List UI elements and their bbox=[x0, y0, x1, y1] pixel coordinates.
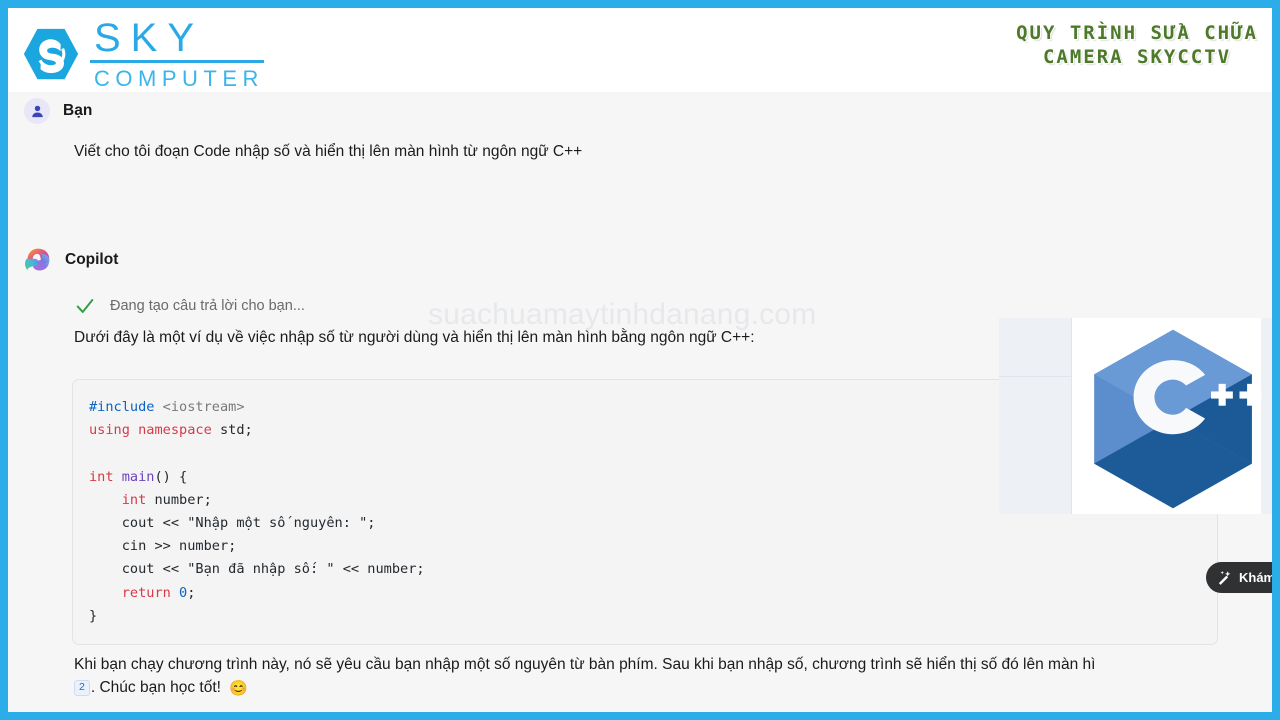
site-header: SKY COMPUTER QUY TRÌNH SỬA CHỮA CAMERA S… bbox=[8, 8, 1272, 92]
copilot-conversation: suachuamaytinhdanang.com Bạn Viết cho tô… bbox=[8, 92, 1272, 712]
copilot-logo-icon bbox=[25, 248, 50, 271]
user-avatar-icon bbox=[24, 98, 50, 124]
brand-computer-text: COMPUTER bbox=[94, 66, 264, 91]
code-token: using bbox=[89, 422, 130, 439]
assistant-closing-line-1: Khi bạn chạy chương trình này, nó sẽ yêu… bbox=[74, 656, 1096, 673]
code-token: number; bbox=[146, 491, 212, 508]
code-token: int bbox=[121, 491, 147, 508]
code-token: () { bbox=[154, 468, 188, 485]
code-token: ; bbox=[187, 584, 196, 601]
check-icon bbox=[76, 299, 94, 313]
code-token: return bbox=[121, 584, 171, 601]
code-token: "Nhập một số nguyên: " bbox=[187, 515, 368, 532]
explore-label: Khám bbox=[1239, 570, 1272, 585]
magic-wand-icon bbox=[1218, 570, 1231, 585]
assistant-closing-line-2: 2 . Chúc bạn học tốt! 😊 bbox=[74, 679, 248, 697]
banner-line-1: QUY TRÌNH SỬA CHỮA bbox=[1015, 21, 1258, 44]
user-name-label: Bạn bbox=[63, 102, 93, 119]
assistant-message-header: Copilot bbox=[24, 246, 118, 274]
cpp-logo-overlay bbox=[999, 318, 1272, 514]
user-message-text: Viết cho tôi đoạn Code nhập số và hiển t… bbox=[74, 143, 583, 160]
code-token: #include bbox=[89, 399, 155, 415]
code-token: main bbox=[121, 468, 155, 485]
code-token: << number; bbox=[334, 561, 425, 578]
closing-tail-text: . Chúc bạn học tốt! bbox=[90, 679, 221, 696]
citation-badge[interactable]: 2 bbox=[74, 680, 90, 696]
person-glyph-icon bbox=[31, 105, 43, 117]
code-token: int bbox=[89, 468, 114, 485]
code-token: ; bbox=[367, 515, 376, 532]
sky-hexagon-logo-icon bbox=[23, 28, 79, 80]
code-token: cout << bbox=[89, 515, 188, 532]
generation-status: Đang tạo câu trả lời cho bạn... bbox=[74, 295, 305, 317]
brand-sky-text: SKY bbox=[90, 18, 264, 63]
overlay-seam-horizontal bbox=[999, 376, 1071, 377]
code-token: cout << bbox=[89, 561, 188, 578]
page-content: SKY COMPUTER QUY TRÌNH SỬA CHỮA CAMERA S… bbox=[8, 8, 1272, 712]
code-token: std; bbox=[211, 422, 253, 439]
assistant-intro-text: Dưới đây là một ví dụ về việc nhập số từ… bbox=[74, 329, 755, 346]
brand-wordmark: SKY COMPUTER bbox=[90, 18, 264, 90]
code-token: namespace bbox=[138, 422, 212, 439]
blue-border-frame: SKY COMPUTER QUY TRÌNH SỬA CHỮA CAMERA S… bbox=[0, 0, 1280, 720]
code-token: "Bạn đã nhập số: " bbox=[187, 561, 335, 578]
code-token: } bbox=[89, 607, 98, 624]
assistant-name-label: Copilot bbox=[65, 251, 119, 268]
banner-line-2: CAMERA SKYCCTV bbox=[1042, 45, 1232, 68]
status-text: Đang tạo câu trả lời cho bạn... bbox=[110, 298, 305, 314]
code-token: 0 bbox=[179, 584, 188, 601]
sky-computer-logo: SKY COMPUTER bbox=[20, 18, 264, 90]
overlay-seam-vertical bbox=[1071, 318, 1072, 514]
video-title-banner: QUY TRÌNH SỬA CHỮA CAMERA SKYCCTV bbox=[1015, 21, 1258, 70]
smiley-emoji-icon: 😊 bbox=[228, 680, 248, 697]
code-token: <iostream> bbox=[162, 399, 245, 415]
cplusplus-logo-icon bbox=[1094, 329, 1262, 509]
explore-button[interactable]: Khám bbox=[1206, 562, 1272, 593]
watermark-text: suachuamaytinhdanang.com bbox=[428, 298, 817, 331]
code-token: cin >> number; bbox=[89, 538, 237, 555]
user-message-header: Bạn bbox=[24, 98, 92, 124]
